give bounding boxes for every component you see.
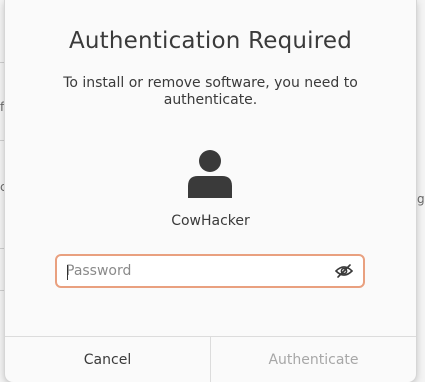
- dialog-button-bar: Cancel Authenticate: [5, 336, 416, 382]
- dialog-message: To install or remove software, you need …: [63, 75, 358, 108]
- text-caret: [67, 265, 68, 280]
- username-label: CowHacker: [171, 213, 250, 229]
- password-input[interactable]: [66, 260, 326, 282]
- authentication-dialog: Authentication Required To install or re…: [5, 0, 416, 382]
- password-field[interactable]: [55, 254, 365, 288]
- background-glyph: g: [417, 192, 425, 206]
- authenticate-button[interactable]: Authenticate: [211, 337, 416, 382]
- user-avatar-icon: [188, 150, 232, 198]
- background-glyph: f: [0, 100, 5, 114]
- reveal-password-icon[interactable]: [335, 263, 353, 279]
- dialog-title: Authentication Required: [68, 28, 353, 54]
- cancel-button[interactable]: Cancel: [5, 337, 211, 382]
